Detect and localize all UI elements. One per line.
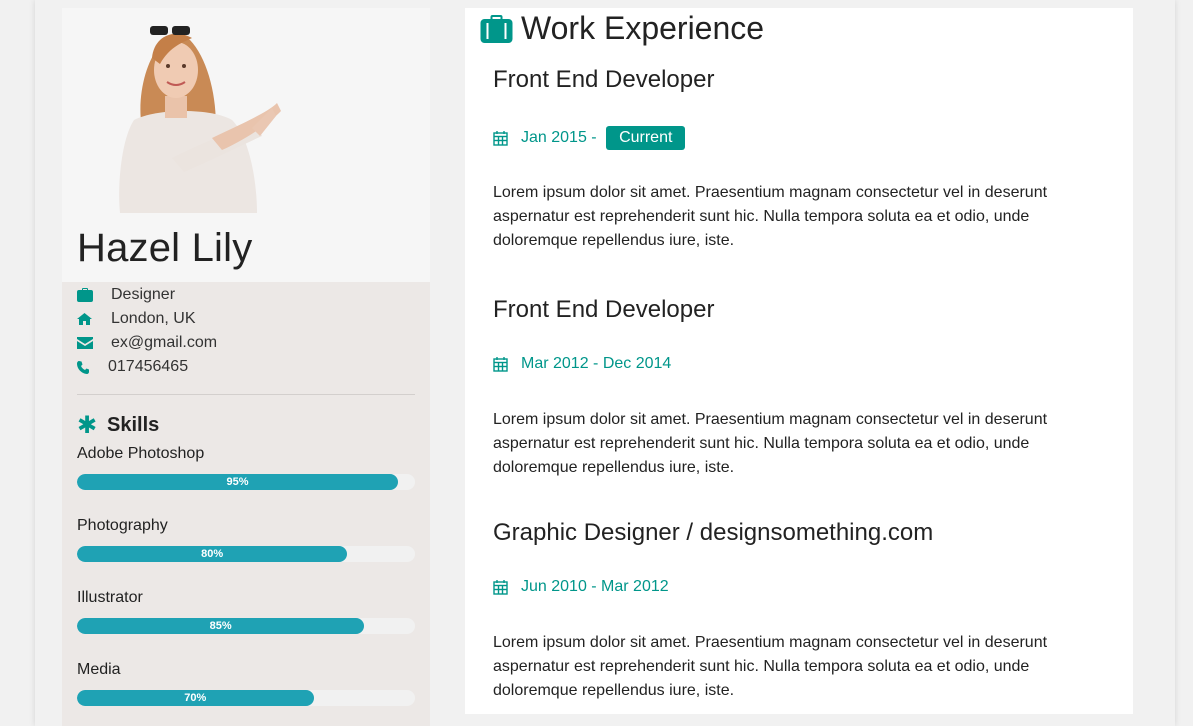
- skill-progress-fill: 70%: [77, 690, 314, 706]
- calendar-icon: [493, 579, 521, 595]
- skill-photoshop: Adobe Photoshop 95%: [77, 445, 415, 490]
- briefcase-icon: [480, 14, 521, 43]
- skills-heading: ✱ Skills: [77, 411, 159, 440]
- calendar-icon: [493, 130, 521, 146]
- skill-label: Adobe Photoshop: [77, 445, 205, 462]
- resume-page: Hazel Lily Designer London, UK ex@gmail.…: [35, 0, 1175, 726]
- job-description: Lorem ipsum dolor sit amet. Praesentium …: [493, 411, 1048, 476]
- job-description: Lorem ipsum dolor sit amet. Praesentium …: [493, 634, 1048, 699]
- divider: [77, 394, 415, 395]
- envelope-icon: [77, 337, 111, 349]
- job-date: Jun 2010 - Mar 2012: [493, 578, 669, 596]
- job-title: Front End Developer: [493, 296, 715, 323]
- skill-progress-fill: 80%: [77, 546, 348, 562]
- skill-media: Media 70%: [77, 661, 415, 706]
- profile-photo: [62, 8, 430, 223]
- job-description: Lorem ipsum dolor sit amet. Praesentium …: [493, 184, 1048, 249]
- skill-progress-bar: 70%: [77, 690, 415, 706]
- skill-label: Media: [77, 661, 121, 678]
- job-date: Jan 2015 - Current: [493, 126, 686, 150]
- job-entry: Graphic Designer / designsomething.com J…: [493, 519, 1113, 699]
- home-icon: [77, 313, 111, 325]
- section-title: Work Experience: [480, 10, 764, 47]
- skills-heading-text: Skills: [107, 414, 160, 436]
- main-content: Work Experience Front End Developer Jan …: [465, 8, 1133, 714]
- skill-progress-fill: 85%: [77, 618, 365, 634]
- info-email-text: ex@gmail.com: [111, 334, 218, 351]
- job-title: Graphic Designer / designsomething.com: [493, 519, 934, 546]
- job-date-text: Mar 2012 - Dec 2014: [521, 355, 672, 372]
- job-entry: Front End Developer Mar 2012 - Dec 2014 …: [493, 296, 1113, 476]
- skill-progress-bar: 85%: [77, 618, 415, 634]
- profile-header: Hazel Lily: [62, 8, 430, 282]
- info-phone: 017456465: [77, 355, 415, 379]
- phone-icon: [77, 360, 108, 374]
- current-badge: Current: [606, 126, 686, 150]
- job-title: Front End Developer: [493, 66, 715, 93]
- briefcase-icon: [77, 288, 111, 302]
- skill-photography: Photography 80%: [77, 517, 415, 562]
- job-date: Mar 2012 - Dec 2014: [493, 355, 671, 373]
- skill-progress-fill: 95%: [77, 474, 399, 490]
- job-date-text: Jun 2010 - Mar 2012: [521, 578, 669, 595]
- sidebar: Hazel Lily Designer London, UK ex@gmail.…: [62, 8, 430, 726]
- skill-label: Photography: [77, 517, 168, 534]
- asterisk-icon: ✱: [77, 412, 98, 439]
- calendar-icon: [493, 356, 521, 372]
- skill-progress-bar: 80%: [77, 546, 415, 562]
- info-phone-text: 017456465: [108, 358, 189, 375]
- job-date-text: Jan 2015 -: [521, 129, 602, 146]
- info-job: Designer: [77, 283, 415, 307]
- info-email: ex@gmail.com: [77, 331, 415, 355]
- skill-label: Illustrator: [77, 589, 143, 606]
- section-title-text: Work Experience: [521, 10, 765, 46]
- info-job-text: Designer: [111, 286, 176, 303]
- profile-name: Hazel Lily: [77, 226, 253, 270]
- skill-progress-bar: 95%: [77, 474, 415, 490]
- job-entry: Front End Developer Jan 2015 - Current L…: [493, 66, 1113, 249]
- contact-info: Designer London, UK ex@gmail.com 0174564…: [77, 283, 415, 379]
- info-location: London, UK: [77, 307, 415, 331]
- skill-illustrator: Illustrator 85%: [77, 589, 415, 634]
- info-location-text: London, UK: [111, 310, 196, 327]
